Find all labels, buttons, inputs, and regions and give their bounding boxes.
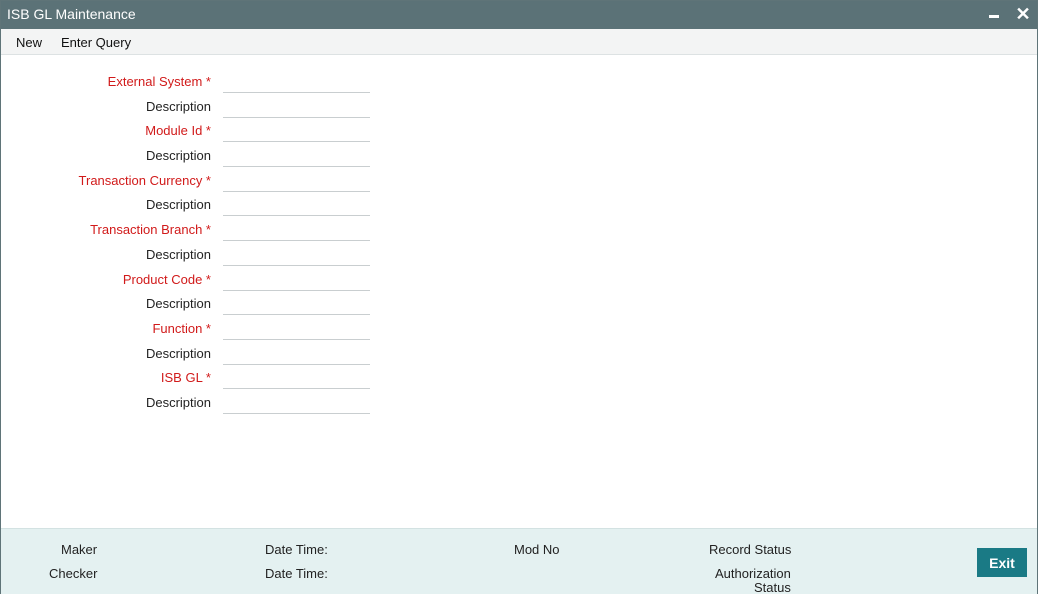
external-system-label: External System * [107,74,211,89]
description-label: Description [145,346,211,361]
transaction-branch-row: Transaction Branch * [1,218,401,242]
function-description-input[interactable] [223,342,370,365]
close-icon: ✕ [1015,4,1031,24]
function-input[interactable] [223,317,370,340]
currency-description-row: Description [1,193,401,217]
product-description-input[interactable] [223,292,370,315]
maker-label: Maker [61,542,98,557]
new-menu-item[interactable]: New [16,35,42,50]
external-system-row: External System * [1,70,401,94]
product-code-label: Product Code * [122,272,211,287]
maker-date-time-label: Date Time: [265,542,328,557]
function-description-row: Description [1,342,401,366]
module-id-row: Module Id * [1,119,401,143]
description-label: Description [145,247,211,262]
transaction-currency-label: Transaction Currency * [78,173,211,188]
record-status-label: Record Status [709,542,792,557]
maintenance-form: External System * Description Module Id … [1,55,1037,528]
product-code-row: Product Code * [1,268,401,292]
module-id-input[interactable] [223,119,370,142]
description-label: Description [145,395,211,410]
function-label: Function * [152,321,211,336]
window-title: ISB GL Maintenance [7,6,136,22]
exit-button[interactable]: Exit [977,548,1027,577]
authorization-status-label-line1: Authorization [715,566,791,581]
isb-gl-input[interactable] [223,366,370,389]
function-row: Function * [1,317,401,341]
module-description-input[interactable] [223,144,370,167]
isb-gl-label: ISB GL * [160,370,211,385]
title-bar: ISB GL Maintenance ✕ [1,1,1037,29]
isb-gl-row: ISB GL * [1,366,401,390]
external-system-input[interactable] [223,70,370,93]
external-system-description-row: Description [1,95,401,119]
menu-bar: New Enter Query [1,29,1037,55]
description-label: Description [145,197,211,212]
product-description-row: Description [1,292,401,316]
branch-description-row: Description [1,243,401,267]
isb-gl-description-input[interactable] [223,391,370,414]
audit-footer: Maker Checker Date Time: Date Time: Mod … [1,528,1037,594]
description-label: Description [145,296,211,311]
module-description-row: Description [1,144,401,168]
checker-date-time-label: Date Time: [265,566,328,581]
isb-gl-description-row: Description [1,391,401,415]
minimize-icon [989,15,999,18]
transaction-branch-input[interactable] [223,218,370,241]
branch-description-input[interactable] [223,243,370,266]
product-code-input[interactable] [223,268,370,291]
close-button[interactable]: ✕ [1014,5,1032,23]
description-label: Description [145,148,211,163]
checker-label: Checker [49,566,98,581]
currency-description-input[interactable] [223,193,370,216]
module-id-label: Module Id * [145,123,211,138]
isb-gl-maintenance-window: ISB GL Maintenance ✕ New Enter Query Ext… [0,0,1038,594]
description-label: Description [145,99,211,114]
transaction-branch-label: Transaction Branch * [90,222,211,237]
minimize-button[interactable] [985,5,1003,23]
mod-no-label: Mod No [514,542,560,557]
external-system-description-input[interactable] [223,95,370,118]
transaction-currency-row: Transaction Currency * [1,169,401,193]
transaction-currency-input[interactable] [223,169,370,192]
enter-query-menu-item[interactable]: Enter Query [61,35,131,50]
authorization-status-label-line2: Status [754,580,791,594]
